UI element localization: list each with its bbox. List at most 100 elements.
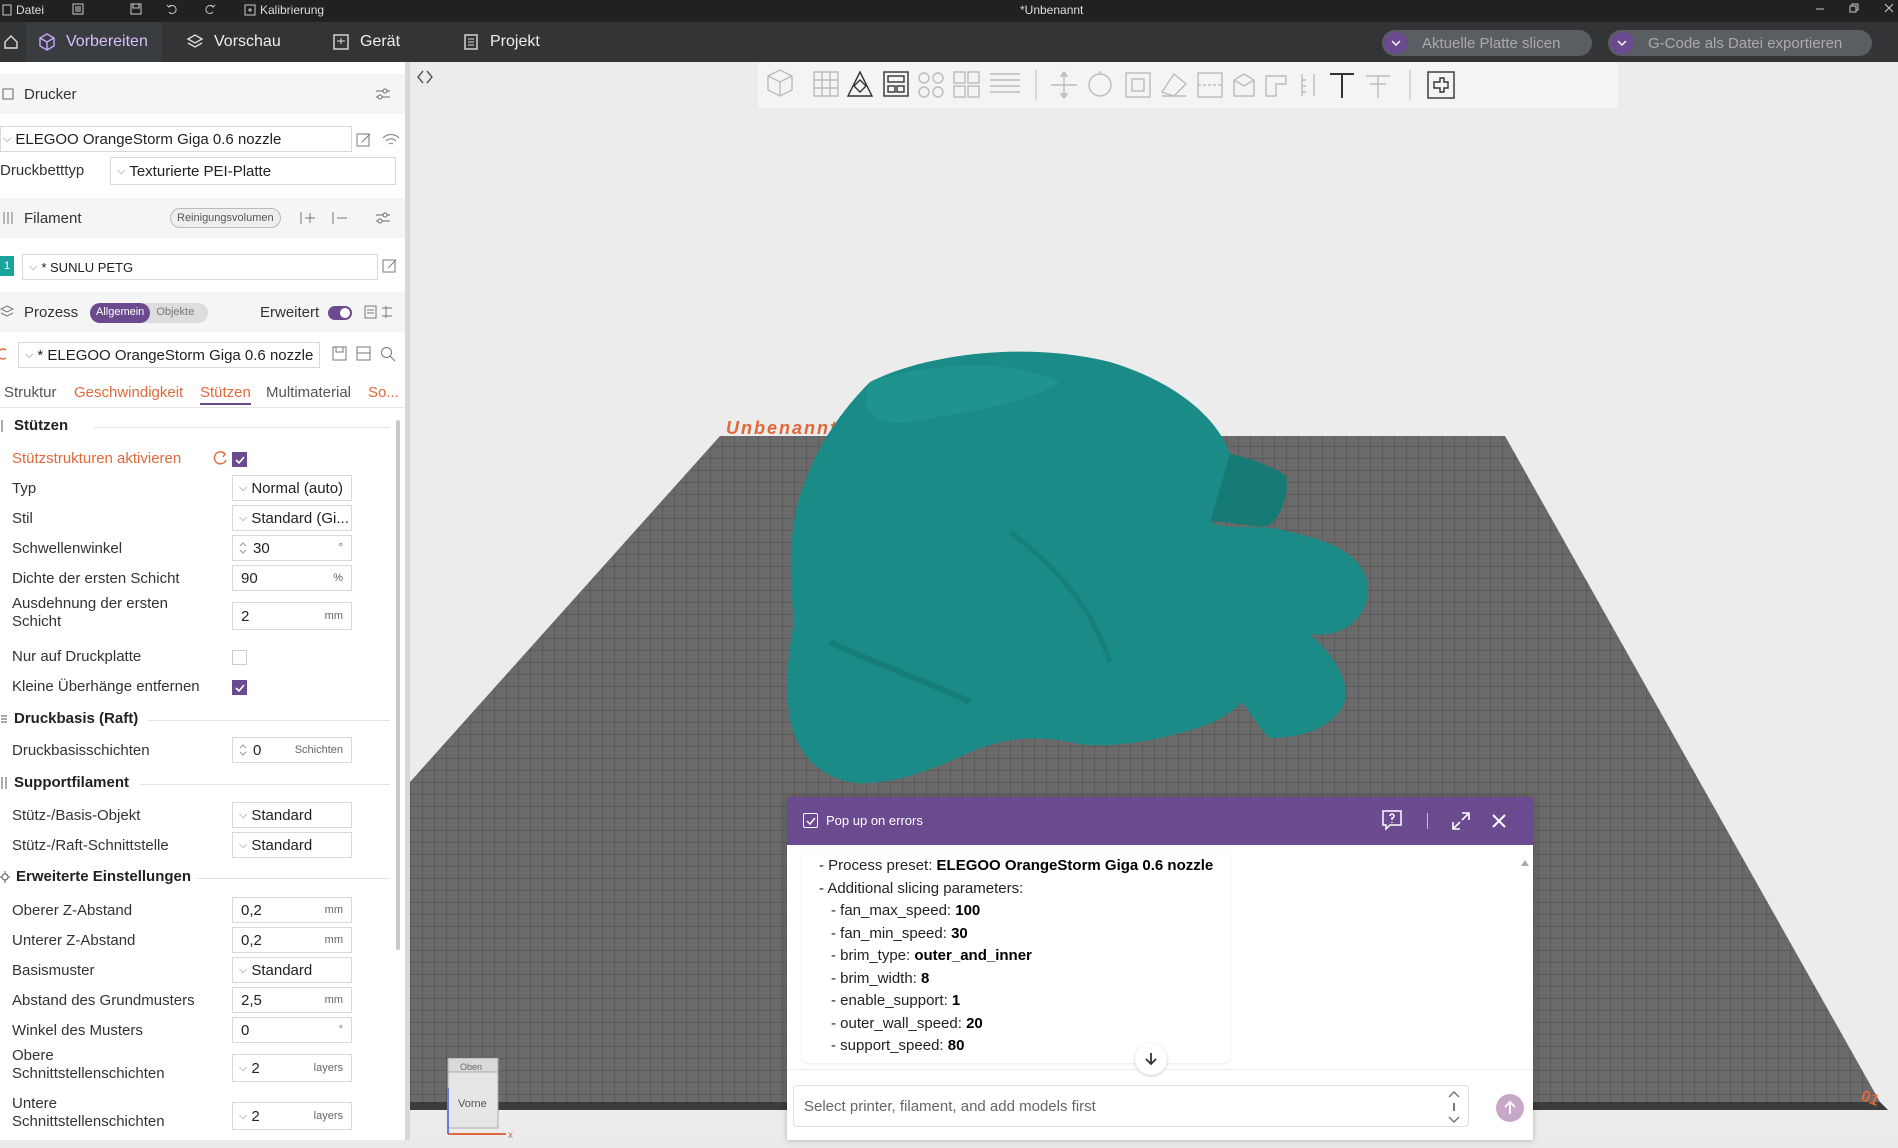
log-line: - fan_max_speed: 100 — [831, 902, 980, 919]
orientation-cube[interactable]: Oben Vorne x — [442, 1058, 513, 1141]
log-line: - outer_wall_speed: 20 — [831, 1015, 983, 1032]
help-icon[interactable] — [1381, 809, 1403, 831]
support-style-select[interactable]: ⌵ Standard (Gi... — [232, 505, 352, 531]
support-type-value: Normal (auto) — [251, 479, 344, 497]
file-menu[interactable]: Datei — [2, 3, 44, 17]
edit-icon[interactable] — [356, 132, 372, 148]
pattern-angle-input[interactable]: 0 ° — [232, 1017, 352, 1043]
tab-preview[interactable]: Vorschau — [176, 22, 291, 62]
base-pattern-spacing-input[interactable]: 2,5 mm — [232, 987, 352, 1013]
undo-button[interactable] — [166, 3, 178, 15]
base-pattern-select[interactable]: ⌵ Standard — [232, 957, 352, 983]
slice-plate-button[interactable]: Aktuelle Platte slicen — [1382, 30, 1592, 56]
top-z-distance-value: 0,2 — [241, 901, 262, 919]
bottom-interface-select[interactable]: ⌵ 2 layers — [232, 1102, 352, 1130]
first-layer-expansion-unit: mm — [324, 610, 343, 622]
remove-small-overhangs-checkbox[interactable] — [232, 680, 247, 695]
filament-section-header: Filament Reinigungsvolumen — [0, 198, 405, 238]
toggle-objects[interactable]: Objekte — [150, 303, 200, 323]
home-button[interactable] — [0, 22, 22, 62]
compare-icon[interactable] — [364, 304, 396, 320]
export-dropdown[interactable] — [1610, 32, 1634, 54]
support-interface-select[interactable]: ⌵ Standard — [232, 832, 352, 858]
purge-volume-button[interactable]: Reinigungsvolumen — [170, 208, 281, 228]
check-icon — [235, 456, 245, 465]
input-scroll-icon[interactable] — [1448, 1090, 1460, 1124]
expand-icon[interactable] — [1451, 811, 1471, 831]
pattern-angle-label: Winkel des Musters — [12, 1022, 143, 1039]
tab-device[interactable]: Gerät — [322, 22, 410, 62]
minimize-button[interactable] — [1815, 3, 1825, 13]
close-icon[interactable] — [1491, 813, 1507, 829]
support-type-select[interactable]: ⌵ Normal (auto) — [232, 475, 352, 501]
subtab-supports[interactable]: Stützen — [200, 384, 251, 405]
log-line: - enable_support: 1 — [831, 992, 960, 1009]
redo-button[interactable] — [204, 3, 216, 15]
first-layer-density-value: 90 — [241, 569, 258, 587]
bottom-z-distance-unit: mm — [324, 934, 343, 946]
sidebar-scrollbar[interactable] — [396, 420, 400, 950]
log-line-key: - fan_min_speed: — [831, 924, 952, 942]
tab-project-label: Projekt — [490, 33, 540, 50]
copy-preset-icon[interactable] — [356, 346, 372, 362]
first-layer-density-input[interactable]: 90 % — [232, 565, 352, 591]
bottom-z-distance-input[interactable]: 0,2 mm — [232, 927, 352, 953]
process-preset-select[interactable]: ⌵ * ELEGOO OrangeStorm Giga 0.6 nozzle — [18, 342, 320, 368]
slice-dropdown[interactable] — [1384, 32, 1408, 54]
support-type-label: Typ — [12, 480, 37, 497]
save-preset-icon[interactable] — [332, 346, 348, 362]
enable-support-checkbox[interactable] — [232, 452, 247, 467]
scroll-up-icon[interactable] — [1521, 859, 1529, 867]
check-icon — [806, 817, 816, 826]
close-window-button[interactable] — [1884, 3, 1894, 13]
subtab-multimaterial[interactable]: Multimaterial — [266, 384, 351, 401]
edit-icon[interactable] — [382, 258, 398, 274]
reset-icon[interactable] — [213, 450, 229, 466]
chevron-down-icon: ⌵ — [239, 481, 248, 494]
wifi-icon[interactable] — [382, 132, 400, 148]
top-interface-select[interactable]: ⌵ 2 layers — [232, 1054, 352, 1082]
printer-select[interactable]: ⌵ ELEGOO OrangeStorm Giga 0.6 nozzle — [0, 126, 352, 152]
support-base-value: Standard — [251, 806, 313, 824]
tab-prepare[interactable]: Vorbereiten — [26, 22, 162, 62]
subtab-structure[interactable]: Struktur — [4, 384, 57, 401]
threshold-angle-value: 30 — [253, 539, 270, 557]
toggle-global[interactable]: Allgemein — [90, 303, 151, 323]
scroll-to-bottom-button[interactable] — [1135, 1043, 1167, 1075]
process-preset-name: * ELEGOO OrangeStorm Giga 0.6 nozzle — [37, 346, 314, 364]
printer-header-label: Drucker — [24, 85, 77, 103]
3d-model[interactable] — [787, 351, 1369, 784]
spinner-icon[interactable] — [239, 541, 247, 555]
calibration-menu[interactable]: Kalibrierung — [244, 3, 324, 17]
tab-project[interactable]: Projekt — [452, 22, 550, 62]
advanced-switch[interactable] — [328, 306, 352, 320]
settings-sliders-icon[interactable] — [375, 87, 391, 101]
save-button[interactable] — [130, 3, 142, 15]
filament-select[interactable]: ⌵ * SUNLU PETG — [22, 254, 378, 280]
top-z-distance-input[interactable]: 0,2 mm — [232, 897, 352, 923]
chevron-down-icon: ⌵ — [29, 260, 38, 273]
raft-layers-input[interactable]: 0 Schichten — [232, 737, 352, 763]
subtab-more[interactable]: So... — [368, 384, 399, 401]
remove-filament-icon[interactable] — [330, 210, 348, 226]
search-icon[interactable] — [380, 346, 396, 362]
add-filament-icon[interactable] — [298, 210, 316, 226]
popup-on-errors-checkbox[interactable] — [803, 813, 818, 828]
restore-button[interactable] — [1849, 3, 1859, 13]
buildplate-only-checkbox[interactable] — [232, 650, 247, 665]
support-base-select[interactable]: ⌵ Standard — [232, 802, 352, 828]
subtab-speed[interactable]: Geschwindigkeit — [74, 384, 183, 401]
settings-sliders-icon[interactable] — [375, 211, 391, 225]
reset-icon[interactable] — [0, 348, 8, 360]
chevron-down-icon — [1617, 40, 1627, 46]
chat-input[interactable]: Select printer, filament, and add models… — [793, 1085, 1469, 1127]
first-layer-expansion-input[interactable]: 2 mm — [232, 602, 352, 630]
menu-button[interactable] — [72, 3, 84, 15]
process-scope-toggle[interactable]: Allgemein Objekte — [90, 303, 208, 323]
bed-type-select[interactable]: ⌵ Texturierte PEI-Platte — [110, 157, 396, 185]
export-gcode-button[interactable]: G-Code als Datei exportieren — [1608, 30, 1872, 56]
spinner-icon[interactable] — [239, 743, 247, 757]
send-button[interactable] — [1496, 1094, 1524, 1122]
main-tab-bar: Vorbereiten Vorschau Gerät Projekt Aktue… — [0, 22, 1898, 62]
threshold-angle-input[interactable]: 30 ° — [232, 535, 352, 561]
